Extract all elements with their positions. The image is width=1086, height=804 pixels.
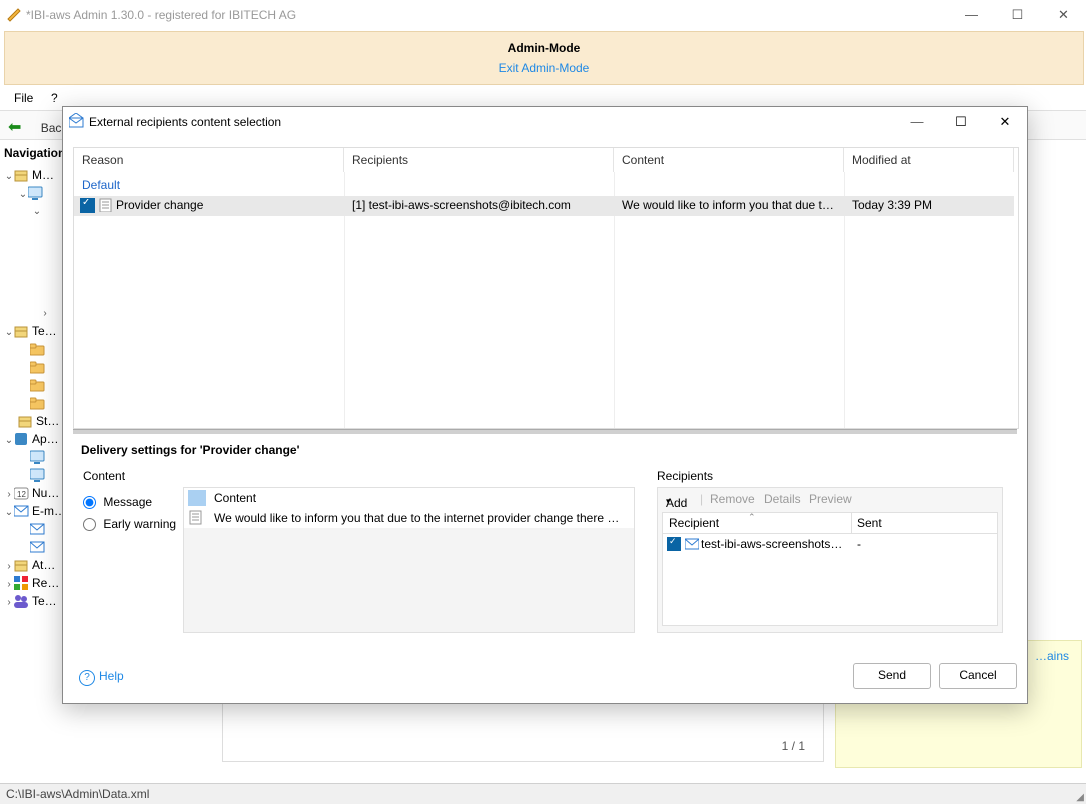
selection-grid[interactable]: Reason Recipients Content Modified at De… [73,147,1019,429]
window-maximize-button[interactable]: ☐ [995,0,1040,29]
radio-message-label: Message [103,495,152,509]
radio-message-input[interactable] [83,496,96,509]
preview-button[interactable]: Preview [809,492,852,506]
grid-row-selected[interactable]: Provider change [1] test-ibi-aws-screens… [74,196,1014,216]
window-title: *IBI-aws Admin 1.30.0 - registered for I… [26,8,296,22]
app-icon [6,7,22,23]
dialog-titlebar: External recipients content selection — … [63,107,1027,137]
window-titlebar: *IBI-aws Admin 1.30.0 - registered for I… [0,0,1086,30]
recipients-grid[interactable]: Recipient ⌃ Sent test-ibi-aws-screenshot… [662,512,998,626]
tree-item[interactable]: ⌄ [32,204,42,221]
details-button[interactable]: Details [764,492,801,506]
external-recipients-dialog: External recipients content selection — … [62,106,1028,704]
tree-item[interactable] [30,522,48,539]
resize-grip-icon[interactable]: ◢ [1076,792,1084,803]
exit-admin-mode-link[interactable]: Exit Admin-Mode [5,61,1083,75]
tree-item[interactable] [30,396,48,413]
content-list[interactable]: Content We would like to inform you that… [183,487,635,633]
page-indicator: 1 / 1 [782,739,805,753]
window-minimize-button[interactable]: — [949,0,994,29]
cancel-button[interactable]: Cancel [939,663,1017,689]
help-icon: ? [79,670,95,686]
radio-early-warning[interactable]: Early warning [83,517,176,531]
recipients-toolbar: Add ▾ | Remove Details Preview [658,488,1002,510]
dialog-icon [69,113,85,129]
tree-item[interactable]: St… [18,414,59,431]
recipient-row-checkbox[interactable] [667,537,681,551]
col-sent[interactable]: Sent [857,516,882,530]
tree-item[interactable]: ›At… [4,558,55,575]
tree-item[interactable]: ⌄Ap… [4,432,59,449]
radio-message[interactable]: Message [83,495,152,509]
content-section-label: Content [83,469,125,483]
tree-item[interactable] [30,450,48,467]
dialog-close-button[interactable]: ✕ [983,107,1027,136]
status-bar: C:\IBI-aws\Admin\Data.xml ◢ [0,783,1086,804]
sort-indicator-icon: ⌃ [748,512,756,523]
menu-file[interactable]: File [14,91,33,105]
radio-early-warning-label: Early warning [103,517,176,531]
admin-mode-banner: Admin-Mode Exit Admin-Mode [4,31,1084,85]
splitter[interactable] [73,429,1017,434]
recipient-row[interactable]: test-ibi-aws-screenshots@i… - [663,535,997,553]
help-link[interactable]: ?Help [79,669,124,686]
banner-title: Admin-Mode [5,41,1083,55]
cell-reason: Provider change [116,198,336,212]
recipients-section-label: Recipients [657,469,713,483]
tree-item[interactable]: › [40,306,50,323]
recipient-cell-name: test-ibi-aws-screenshots@i… [701,537,847,551]
content-header-icon [188,490,206,506]
recipient-mail-icon [685,537,699,551]
cell-content: We would like to inform you that due t… [622,198,837,212]
radio-early-warning-input[interactable] [83,518,96,531]
content-header-text: Content [214,491,628,505]
send-button[interactable]: Send [853,663,931,689]
content-pager-panel: 1 / 1 [222,700,824,762]
tree-item[interactable]: ⌄M… [4,168,54,185]
sidebar-header: Navigation [4,146,65,160]
back-arrow-icon: ⬅ [8,119,21,136]
tree-item[interactable] [30,378,48,395]
dropdown-caret-icon: ▾ [666,496,671,507]
row-type-icon [98,198,112,212]
content-list-item[interactable]: We would like to inform you that due to … [184,508,634,528]
recipients-grid-header: Recipient ⌃ Sent [663,513,997,534]
cell-recipients: [1] test-ibi-aws-screenshots@ibitech.com [352,198,607,212]
tree-item[interactable] [30,342,48,359]
content-item-text: We would like to inform you that due to … [214,511,628,525]
tree-item[interactable] [30,540,48,557]
menu-help[interactable]: ? [51,91,58,105]
dialog-minimize-button[interactable]: — [895,107,939,136]
tree-item[interactable]: ›Re… [4,576,59,593]
content-item-icon [188,510,206,526]
hint-link[interactable]: …ains [1035,649,1069,663]
status-path: C:\IBI-aws\Admin\Data.xml [6,787,149,801]
tree-item[interactable]: ›Te… [4,594,57,611]
back-button[interactable]: ⬅ Back [8,117,67,137]
row-checkbox[interactable] [80,198,95,213]
group-default[interactable]: Default [82,178,120,192]
delivery-settings-title: Delivery settings for 'Provider change' [81,443,299,457]
recipient-cell-sent: - [857,537,917,551]
content-list-header: Content [184,488,634,508]
col-reason[interactable]: Reason [74,148,344,172]
col-content[interactable]: Content [614,148,844,172]
remove-button[interactable]: Remove [710,492,755,506]
tree-item[interactable]: ⌄E-m… [4,504,66,521]
col-recipient[interactable]: Recipient [669,516,719,530]
dialog-maximize-button[interactable]: ☐ [939,107,983,136]
window-close-button[interactable]: ✕ [1041,0,1086,29]
col-modified[interactable]: Modified at [844,148,1014,172]
dialog-title: External recipients content selection [89,115,281,129]
tree-item[interactable]: ›Nu… [4,486,59,503]
cell-modified: Today 3:39 PM [852,198,1012,212]
tree-item[interactable] [30,468,48,485]
tree-item[interactable] [30,360,48,377]
tree-item[interactable]: ⌄Te… [4,324,57,341]
tree-item[interactable]: ⌄ [18,186,46,203]
col-recipients[interactable]: Recipients [344,148,614,172]
recipients-panel: Add ▾ | Remove Details Preview Recipient… [657,487,1003,633]
